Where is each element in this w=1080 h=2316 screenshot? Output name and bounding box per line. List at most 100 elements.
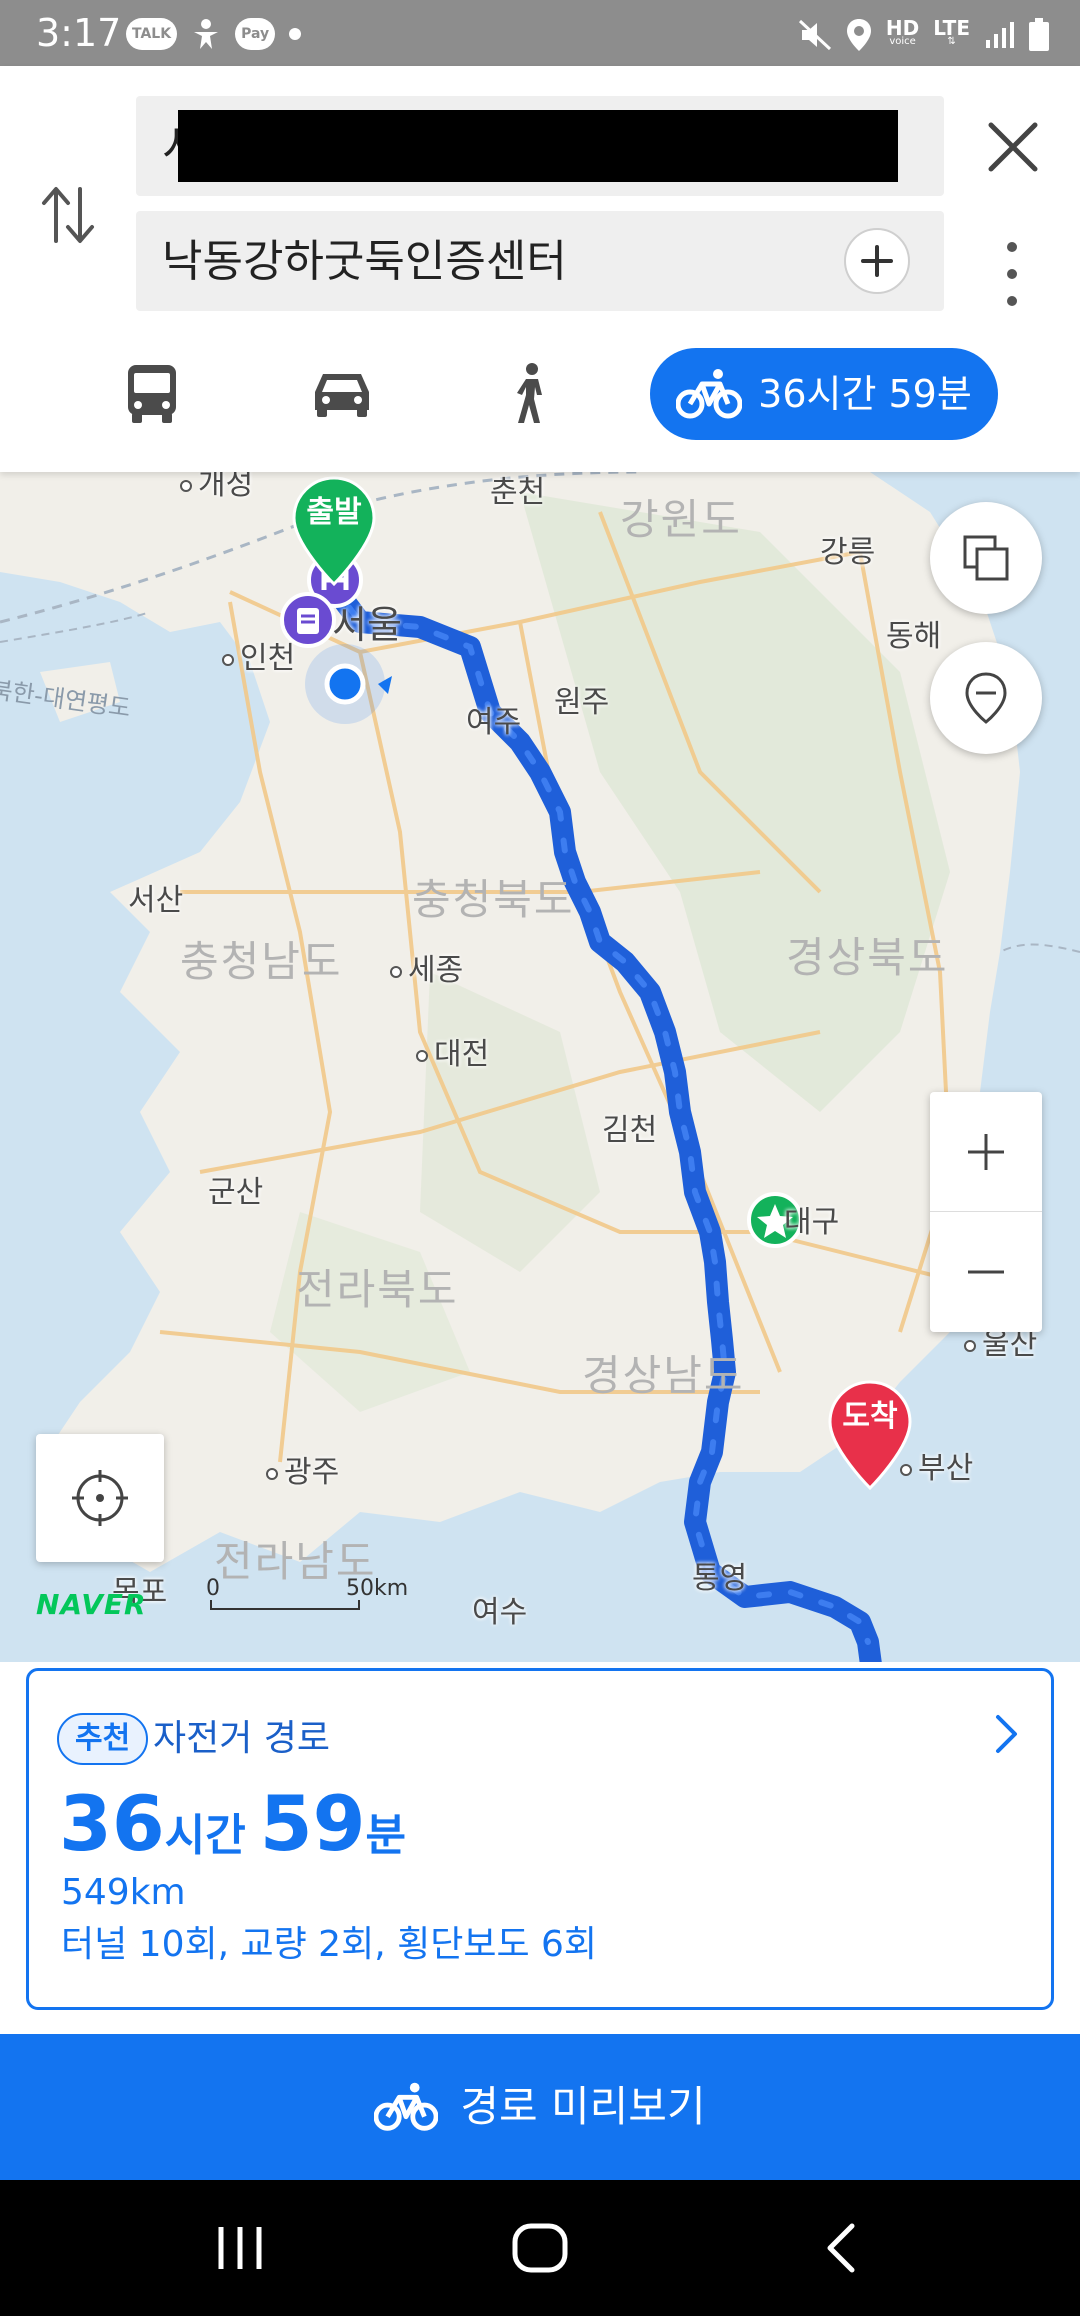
recent-apps-button[interactable] — [200, 2210, 280, 2286]
city-label: 서산 — [128, 883, 184, 918]
mode-bike-button[interactable]: 36시간 59분 — [650, 348, 998, 440]
city-label: 울산 — [964, 1328, 1037, 1362]
pay-icon: Pay — [235, 18, 276, 50]
city-label: 원주 — [554, 685, 610, 720]
place-pin-icon — [965, 672, 1007, 724]
zoom-controls — [930, 1092, 1042, 1332]
battery-icon — [1029, 18, 1049, 51]
back-button[interactable] — [800, 2210, 880, 2286]
city-label: 여수 — [472, 1595, 528, 1630]
city-label: 여주 — [466, 705, 522, 740]
destination-text: 낙동강하굿둑인증센터 — [162, 236, 567, 287]
system-nav-bar — [0, 2180, 1080, 2316]
more-dot — [1007, 269, 1017, 279]
back-icon — [827, 2223, 855, 2273]
duration-minutes: 59 — [259, 1779, 366, 1868]
map-pin-button[interactable] — [930, 642, 1042, 754]
city-label: 대구 — [784, 1205, 840, 1240]
region-label: 강원도 — [620, 495, 742, 544]
map-scale: 0 50km — [206, 1576, 408, 1616]
city-label: 인천 — [222, 642, 295, 676]
add-waypoint-button[interactable] — [844, 228, 910, 294]
swap-locations-button[interactable] — [36, 170, 100, 260]
more-dot — [1007, 296, 1017, 306]
scale-start-label: 0 — [206, 1576, 220, 1601]
city-label: 군산 — [208, 1175, 264, 1210]
car-icon — [315, 374, 369, 417]
zoom-in-button[interactable] — [930, 1092, 1042, 1212]
zoom-out-button[interactable] — [930, 1212, 1042, 1332]
plus-icon — [861, 245, 893, 277]
start-location-field[interactable]: 시 — [136, 96, 944, 196]
mode-walk-button[interactable] — [478, 348, 582, 440]
mute-icon — [798, 19, 831, 51]
city-label: 광주 — [266, 1456, 339, 1490]
home-icon — [512, 2223, 568, 2273]
map-view[interactable]: 출발 도착 강원도 충청북도 충청남도 경상북도 전라북도 경상남도 전라남도 … — [0, 472, 1080, 1662]
scale-bar — [210, 1600, 360, 1610]
city-label: 강릉 — [820, 535, 876, 570]
map-layers-button[interactable] — [930, 502, 1042, 614]
city-label: 통영 — [692, 1561, 748, 1596]
region-label: 경상북도 — [786, 933, 949, 982]
route-preview-label: 경로 미리보기 — [460, 2082, 706, 2131]
crosshair-icon — [72, 1470, 128, 1526]
city-label: 춘천 — [490, 475, 546, 510]
swap-icon — [42, 187, 94, 243]
route-summary-card[interactable]: 추천 자전거 경로 36시간 59분 549km 터널 10회, 교량 2회, 횡… — [26, 1668, 1054, 2010]
lte-icon: LTE ⇅ — [933, 16, 970, 47]
region-label: 충청남도 — [180, 937, 343, 986]
bike-duration-label: 36시간 59분 — [758, 372, 972, 416]
city-label: 대전 — [416, 1038, 489, 1072]
recent-apps-icon — [218, 2227, 262, 2269]
bicycle-icon — [676, 369, 743, 419]
region-label: 전라북도 — [296, 1265, 459, 1314]
route-duration: 36시간 59분 — [59, 1779, 420, 1869]
layers-icon — [963, 535, 1009, 581]
clock: 3:17 — [36, 11, 122, 55]
walk-icon — [517, 363, 542, 423]
my-location-button[interactable] — [36, 1434, 164, 1562]
close-icon — [988, 122, 1038, 172]
chevron-right-icon — [996, 1715, 1017, 1753]
region-label: 충청북도 — [412, 875, 575, 924]
route-details: 터널 10회, 교량 2회, 횡단보도 6회 — [61, 1924, 598, 1965]
route-search-header: 시 낙동강하굿둑인증센터 36시간 59분 — [0, 66, 1080, 472]
duration-minutes-unit: 분 — [365, 1810, 406, 1861]
bicycle-icon — [374, 2082, 439, 2131]
bus-icon — [128, 365, 176, 423]
home-button[interactable] — [500, 2210, 580, 2286]
region-label: 경상남도 — [582, 1351, 745, 1400]
start-pin-shape — [292, 476, 376, 587]
location-icon — [846, 19, 871, 51]
destination-field[interactable]: 낙동강하굿둑인증센터 — [136, 211, 944, 311]
mode-car-button[interactable] — [290, 348, 394, 440]
more-dot — [1007, 242, 1017, 252]
plus-icon — [968, 1133, 1004, 1170]
hd-voice-icon: HD voice — [885, 16, 920, 47]
kakaotalk-icon: TALK — [126, 18, 178, 50]
minus-icon — [968, 1270, 1004, 1274]
start-pin[interactable]: 출발 — [292, 476, 376, 587]
city-label: 부산 — [900, 1452, 973, 1486]
goal-pin-label: 도착 — [842, 1399, 898, 1434]
more-notifications-icon — [289, 28, 302, 40]
more-options-button[interactable] — [990, 242, 1034, 306]
mode-transit-button[interactable] — [100, 348, 204, 440]
duration-hours-unit: 시간 — [164, 1810, 246, 1861]
status-bar: 3:17 TALK Pay HD voice LTE ⇅ — [0, 0, 1080, 66]
recommended-badge: 추천 — [57, 1713, 149, 1765]
route-distance: 549km — [61, 1872, 186, 1913]
start-pin-label: 출발 — [306, 495, 362, 530]
system-icons: HD voice LTE ⇅ — [798, 18, 1050, 52]
route-detail-button[interactable] — [985, 1709, 1029, 1759]
accessibility-icon — [194, 19, 219, 49]
city-label: 개성 — [180, 472, 253, 502]
close-button[interactable] — [978, 112, 1048, 182]
route-type-title: 자전거 경로 — [153, 1718, 331, 1759]
naver-logo: NAVER — [36, 1588, 147, 1621]
city-label: 동해 — [886, 619, 942, 654]
route-preview-button[interactable]: 경로 미리보기 — [0, 2034, 1080, 2180]
scale-end-label: 50km — [346, 1576, 409, 1601]
redacted-block — [178, 110, 898, 182]
